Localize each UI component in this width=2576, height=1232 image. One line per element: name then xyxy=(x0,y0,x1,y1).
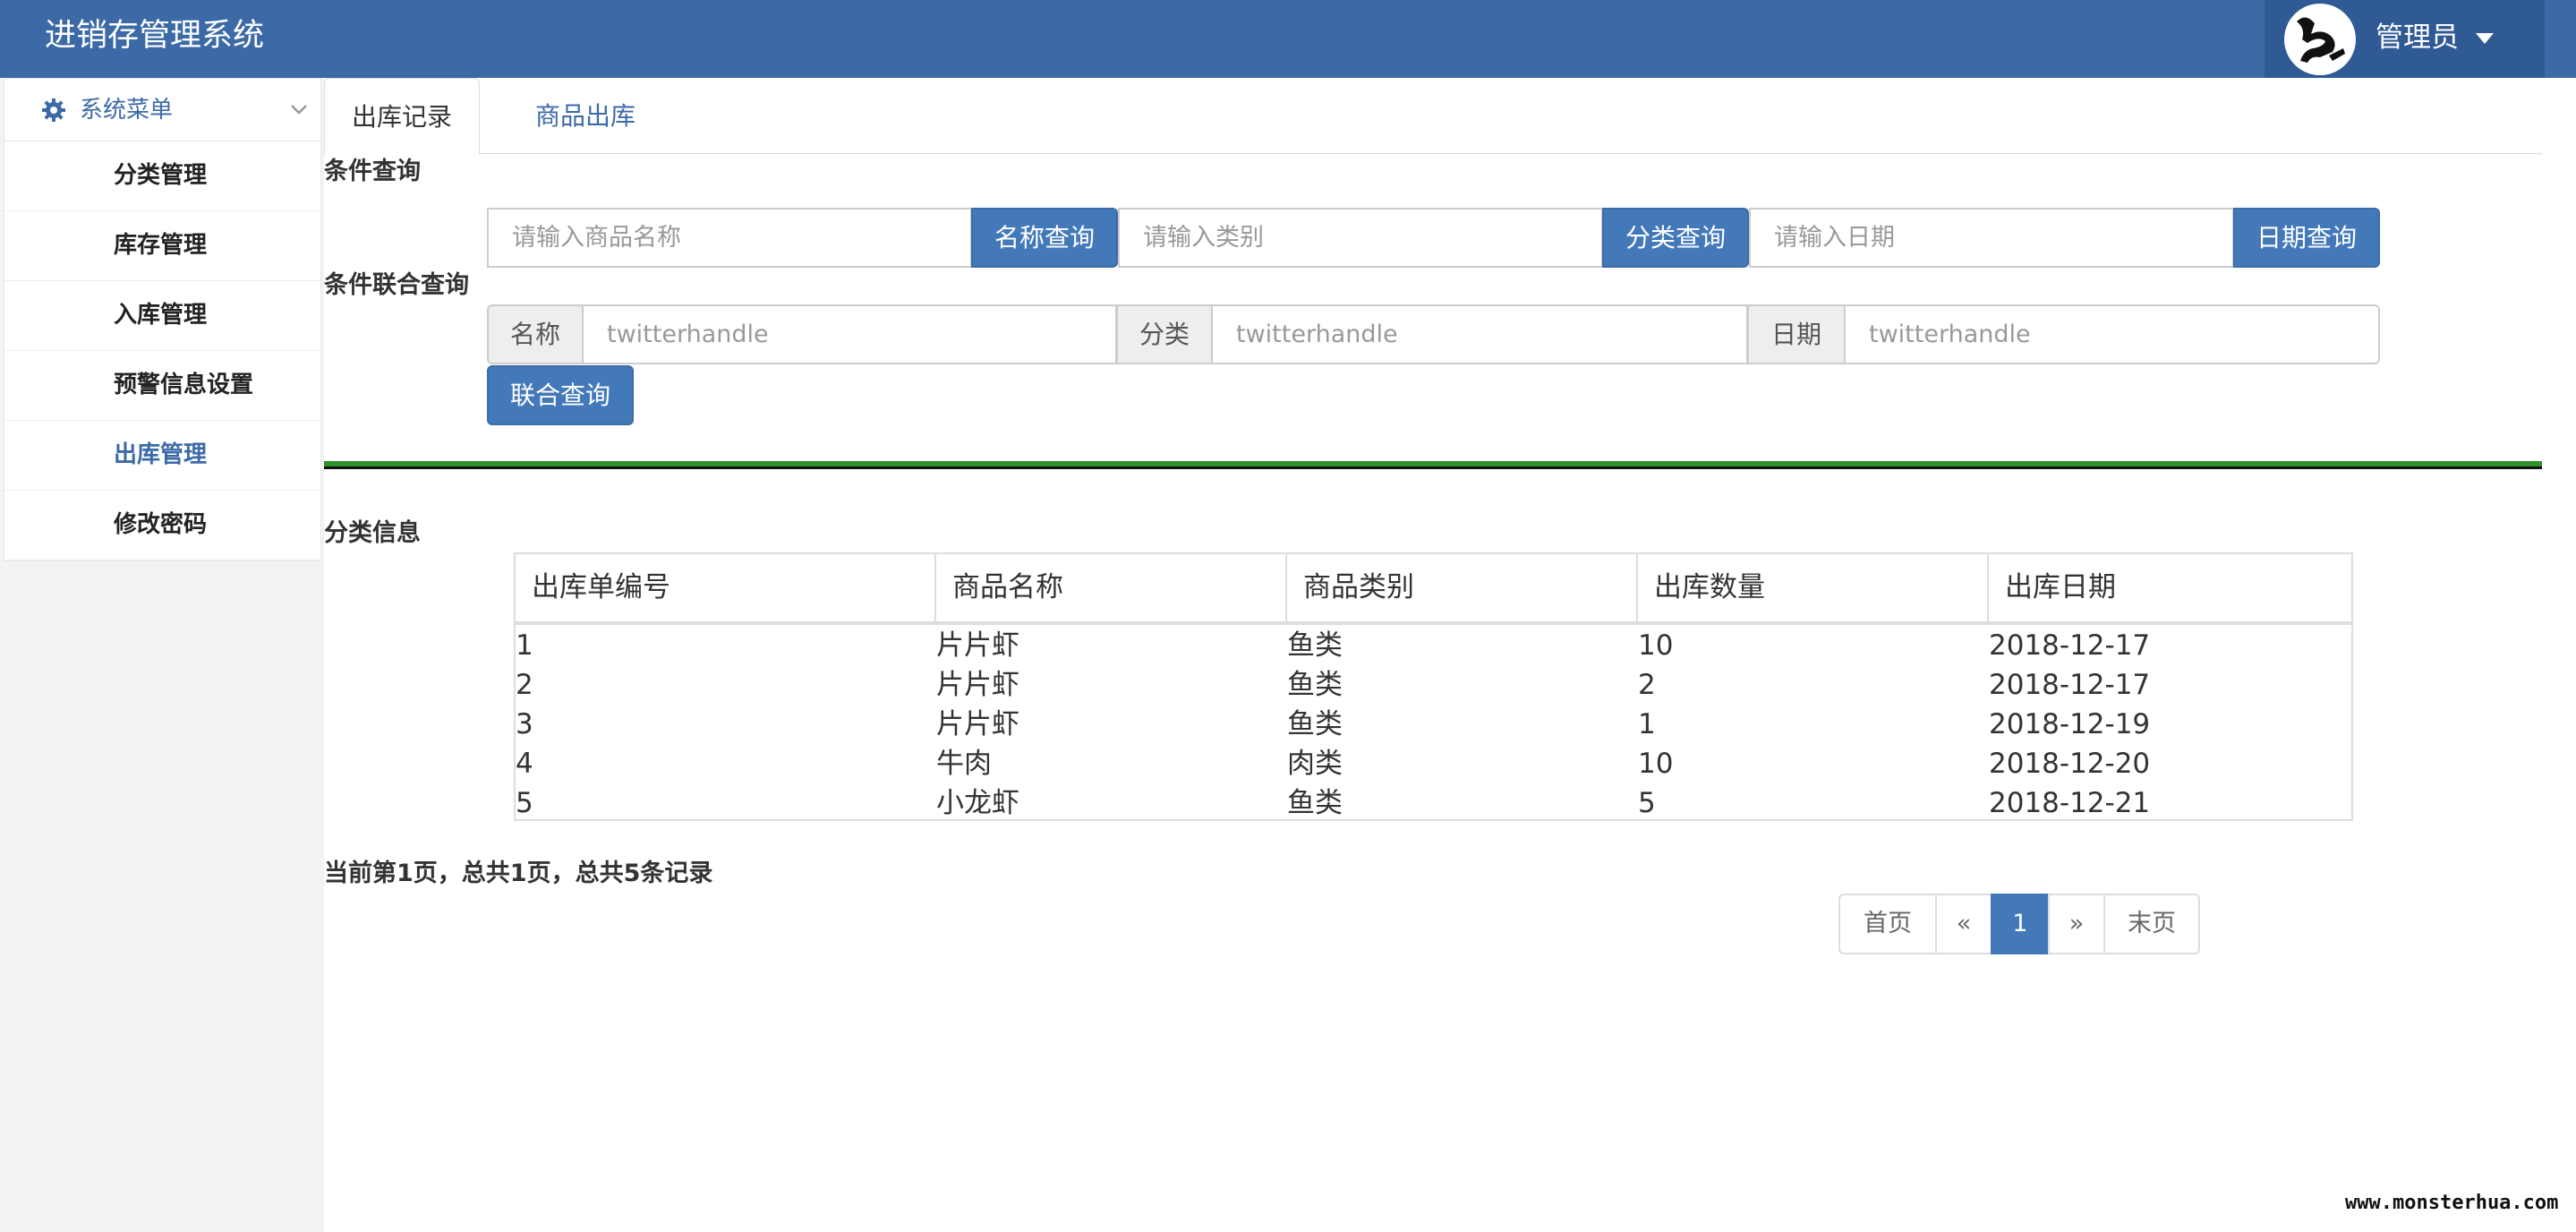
user-name: 管理员 xyxy=(2376,21,2459,54)
table-cell: 2018-12-21 xyxy=(1989,787,2151,819)
product-name-input[interactable]: 请输入商品名称 xyxy=(487,208,972,268)
table-cell: 1 xyxy=(1638,708,1656,740)
condition-query-label: 条件查询 xyxy=(324,158,421,185)
sidebar-item-label: 分类管理 xyxy=(114,162,208,189)
table-cell: 5 xyxy=(516,787,533,819)
table-cell: 片片虾 xyxy=(936,629,1019,662)
date-input[interactable]: 请输入日期 xyxy=(1749,208,2234,268)
current-page-button[interactable]: 1 xyxy=(1991,894,2050,954)
category-input[interactable]: 请输入类别 xyxy=(1118,208,1603,268)
watermark: www.monsterhua.com xyxy=(2345,1192,2559,1214)
union-date-input[interactable]: twitterhandle xyxy=(1844,304,2380,364)
sidebar-item-label: 入库管理 xyxy=(114,302,208,329)
sidebar-item-category[interactable]: 分类管理 xyxy=(4,141,320,211)
table-section-label: 分类信息 xyxy=(324,519,421,547)
table-row: 2 片片虾 鱼类 2 2018-12-17 xyxy=(516,665,2351,705)
last-page-button[interactable]: 末页 xyxy=(2103,894,2200,954)
column-header: 出库日期 xyxy=(2005,571,2116,603)
union-category-input[interactable]: twitterhandle xyxy=(1211,304,1748,364)
table-cell: 牛肉 xyxy=(936,748,992,780)
union-query-label: 条件联合查询 xyxy=(324,271,469,299)
gear-icon xyxy=(42,98,65,122)
table-cell: 鱼类 xyxy=(1287,669,1343,701)
sidebar-item-label: 出库管理 xyxy=(114,441,208,468)
tab-bar: 出库记录 商品出库 xyxy=(324,78,2542,155)
table-cell: 2 xyxy=(1638,669,1656,701)
stock-out-table: 出库单编号 商品名称 商品类别 出库数量 出库日期 1 片片虾 鱼类 10 20… xyxy=(514,552,2353,821)
date-addon: 日期 xyxy=(1747,304,1846,364)
table-cell: 片片虾 xyxy=(936,669,1019,701)
table-cell: 小龙虾 xyxy=(936,787,1019,819)
name-addon: 名称 xyxy=(487,304,584,364)
table-cell: 2018-12-17 xyxy=(1989,629,2151,662)
first-page-button[interactable]: 首页 xyxy=(1838,894,1937,954)
column-header: 商品类别 xyxy=(1287,554,1638,621)
union-query-button[interactable]: 联合查询 xyxy=(487,365,634,425)
table-cell: 5 xyxy=(1638,787,1656,819)
table-cell: 2018-12-20 xyxy=(1989,748,2151,780)
table-cell: 10 xyxy=(1638,629,1674,662)
table-cell: 片片虾 xyxy=(936,708,1019,740)
table-cell: 2 xyxy=(516,669,533,701)
top-navbar: 进销存管理系统 管理员 xyxy=(0,0,2576,78)
sidebar-item-stock-in[interactable]: 入库管理 xyxy=(4,281,320,351)
avatar-logo-icon xyxy=(2286,5,2354,73)
sidebar: 系统菜单 分类管理 库存管理 入库管理 预警信息设置 出库管理 修改密码 xyxy=(0,78,324,1232)
table-cell: 2018-12-17 xyxy=(1989,669,2151,701)
avatar xyxy=(2284,4,2356,75)
sidebar-item-alert-settings[interactable]: 预警信息设置 xyxy=(4,351,320,421)
table-row: 4 牛肉 肉类 10 2018-12-20 xyxy=(516,744,2351,783)
side-menu: 系统菜单 分类管理 库存管理 入库管理 预警信息设置 出库管理 修改密码 xyxy=(4,78,321,561)
table-cell: 2018-12-19 xyxy=(1989,708,2151,740)
section-divider xyxy=(324,461,2542,469)
name-query-button[interactable]: 名称查询 xyxy=(971,208,1118,268)
prev-page-button[interactable]: « xyxy=(1935,894,1992,954)
sidebar-item-label: 修改密码 xyxy=(114,511,208,538)
tab-product-stock-out[interactable]: 商品出库 xyxy=(508,78,662,155)
column-header: 出库数量 xyxy=(1638,554,1989,621)
user-menu[interactable]: 管理员 xyxy=(2265,0,2545,78)
side-menu-title: 系统菜单 xyxy=(80,97,174,124)
column-header: 商品名称 xyxy=(936,554,1287,621)
table-cell: 肉类 xyxy=(1287,748,1343,780)
table-cell: 10 xyxy=(1638,748,1674,780)
sidebar-item-stock-out[interactable]: 出库管理 xyxy=(4,421,320,491)
column-header: 出库单编号 xyxy=(516,554,936,621)
sidebar-item-label: 预警信息设置 xyxy=(114,372,254,398)
table-cell: 鱼类 xyxy=(1287,708,1343,740)
table-header: 出库单编号 商品名称 商品类别 出库数量 出库日期 xyxy=(516,554,2351,625)
table-row: 1 片片虾 鱼类 10 2018-12-17 xyxy=(516,626,2351,665)
app-title: 进销存管理系统 xyxy=(45,18,265,54)
date-query-button[interactable]: 日期查询 xyxy=(2233,208,2380,268)
page-info: 当前第1页，总共1页，总共5条记录 xyxy=(324,860,713,887)
sidebar-item-inventory[interactable]: 库存管理 xyxy=(4,211,320,281)
chevron-down-icon xyxy=(291,105,307,115)
caret-down-icon xyxy=(2476,33,2494,44)
union-name-input[interactable]: twitterhandle xyxy=(582,304,1117,364)
sidebar-item-label: 库存管理 xyxy=(114,232,208,259)
table-row: 3 片片虾 鱼类 1 2018-12-19 xyxy=(516,705,2351,744)
table-cell: 3 xyxy=(516,708,533,740)
tab-stock-out-records[interactable]: 出库记录 xyxy=(324,78,481,155)
table-cell: 鱼类 xyxy=(1287,787,1343,819)
table-row: 5 小龙虾 鱼类 5 2018-12-21 xyxy=(516,783,2351,823)
table-cell: 1 xyxy=(516,629,533,662)
category-query-button[interactable]: 分类查询 xyxy=(1602,208,1749,268)
category-addon: 分类 xyxy=(1116,304,1213,364)
table-cell: 4 xyxy=(516,748,533,780)
table-cell: 鱼类 xyxy=(1287,629,1343,662)
sidebar-item-change-password[interactable]: 修改密码 xyxy=(4,491,320,560)
next-page-button[interactable]: » xyxy=(2048,894,2105,954)
side-menu-header[interactable]: 系统菜单 xyxy=(4,79,320,141)
